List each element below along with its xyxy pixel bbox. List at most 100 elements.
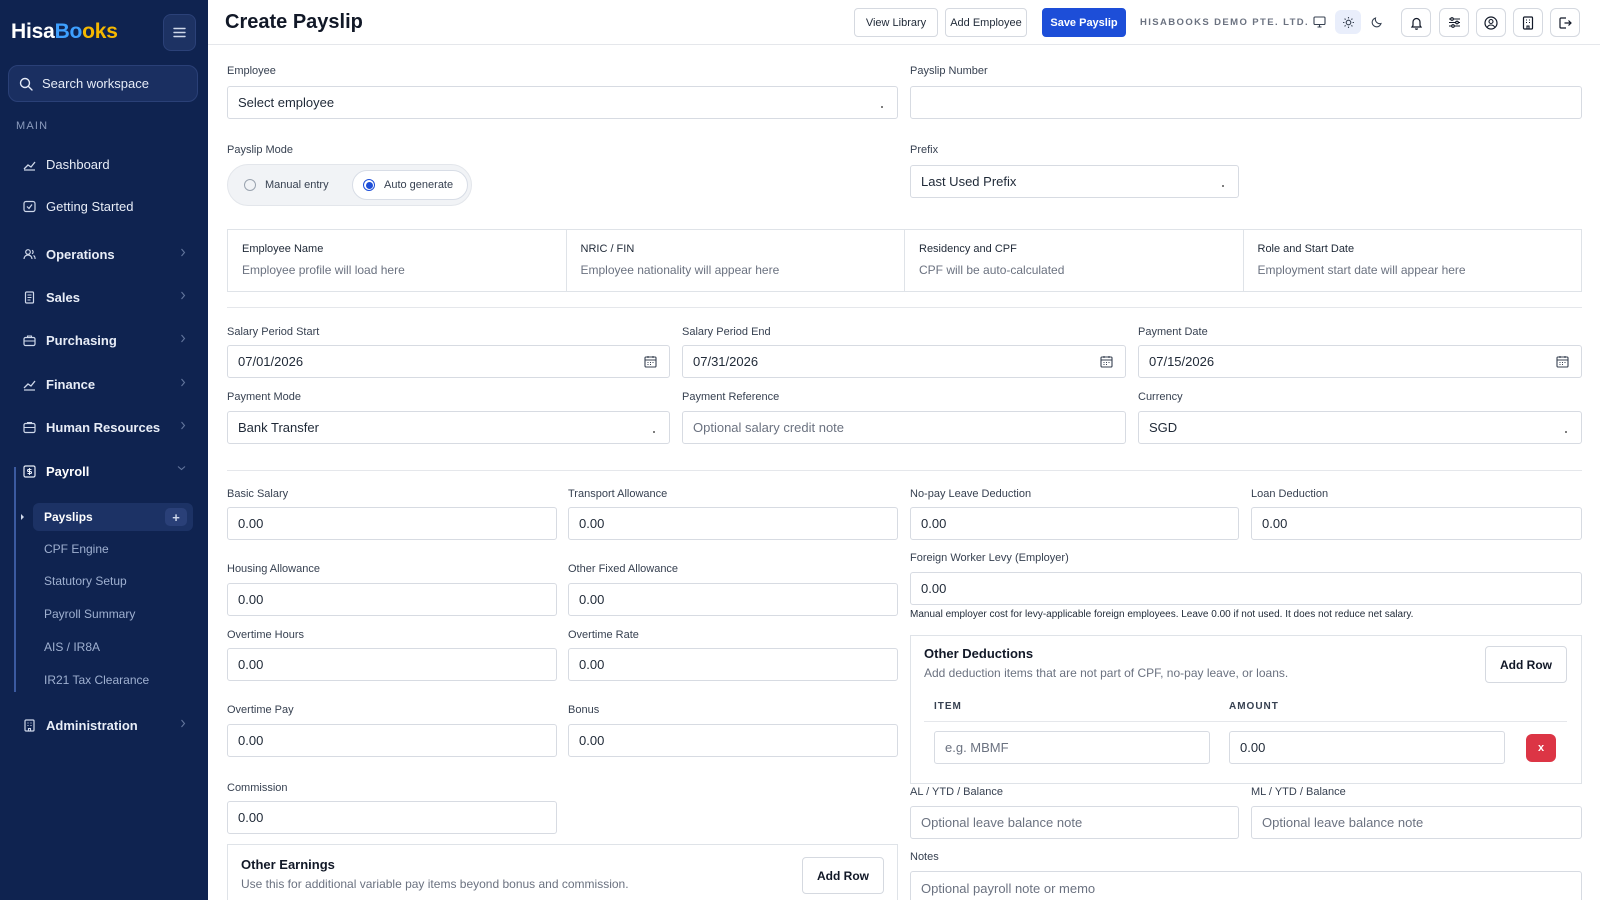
theme-dark-button[interactable] [1364,10,1390,34]
sidebar-item-payroll[interactable]: Payroll [12,454,196,488]
payment-mode-label: Payment Mode [227,391,301,403]
profile-button[interactable] [1476,8,1506,37]
ml-balance-input[interactable]: Optional leave balance note [1251,806,1582,839]
ml-balance-label: ML / YTD / Balance [1251,786,1346,798]
chevron-right-icon [181,378,186,387]
sidebar-item-dashboard[interactable]: Dashboard [12,147,196,181]
prefix-label: Prefix [910,144,939,156]
sidebar-subitem-ais-ir8a[interactable]: AIS / IR8A [33,633,193,661]
settings-sliders-button[interactable] [1439,8,1469,37]
column-header-item: ITEM [934,701,962,712]
divider [227,470,1582,471]
select-caret-icon [1565,431,1567,433]
mode-auto-radio[interactable]: Auto generate [352,170,468,200]
sun-icon [1342,16,1354,28]
topbar: Create Payslip View Library Add Employee… [208,0,1600,45]
period-start-input[interactable]: 07/01/2026 [227,345,670,378]
moon-icon [1371,17,1382,28]
theme-light-button[interactable] [1335,10,1361,34]
overtime-hours-input[interactable]: 0.00 [227,648,557,681]
page-title: Create Payslip [225,11,363,33]
calendar-icon [1556,356,1569,368]
period-start-label: Salary Period Start [227,326,320,338]
chevron-right-icon [181,334,186,343]
brand-logo[interactable]: HisaBooks [11,20,118,44]
payment-date-input[interactable]: 07/15/2026 [1138,345,1582,378]
sidebar-item-operations[interactable]: Operations [12,237,196,271]
payment-reference-label: Payment Reference [682,391,780,403]
overtime-pay-input[interactable]: 0.00 [227,724,557,757]
section-label-main: MAIN [16,120,49,132]
deduction-amount-input[interactable]: 0.00 [1229,731,1505,764]
period-end-input[interactable]: 07/31/2026 [682,345,1126,378]
info-employee-name: Employee Name Employee profile will load… [228,230,567,291]
divider [227,307,1582,308]
other-earnings-add-row-button[interactable]: Add Row [802,857,884,894]
prefix-select[interactable]: Last Used Prefix [910,165,1239,198]
sidebar-subitem-cpf-engine[interactable]: CPF Engine [33,535,193,563]
other-deductions-add-row-button[interactable]: Add Row [1485,646,1567,683]
commission-input[interactable]: 0.00 [227,801,557,834]
employee-label: Employee [227,65,276,77]
transport-allowance-label: Transport Allowance [568,488,668,500]
notifications-button[interactable] [1401,8,1431,37]
payroll-icon [22,464,36,478]
remove-row-button[interactable]: x [1526,734,1556,762]
mode-manual-radio[interactable]: Manual entry [234,170,349,200]
sidebar-subitem-statutory-setup[interactable]: Statutory Setup [33,567,193,595]
calendar-icon [1100,356,1113,368]
payment-reference-input[interactable]: Optional salary credit note [682,411,1126,444]
select-caret-icon [1222,185,1224,187]
payslip-number-input[interactable] [910,86,1582,119]
sidebar-item-finance[interactable]: Finance [12,367,196,401]
logout-button[interactable] [1550,8,1580,37]
select-caret-icon [881,106,883,108]
view-library-button[interactable]: View Library [854,8,938,37]
sidebar-toggle-button[interactable] [163,14,196,51]
chevron-down-icon [177,466,186,471]
save-payslip-button[interactable]: Save Payslip [1042,8,1126,37]
fwl-input[interactable]: 0.00 [910,572,1582,605]
table-divider [924,721,1567,722]
sidebar-item-getting-started[interactable]: Getting Started [12,189,196,223]
add-employee-button[interactable]: Add Employee [945,8,1027,37]
bell-icon [1410,17,1422,30]
sliders-icon [1448,17,1460,28]
sidebar-item-human-resources[interactable]: Human Resources [12,410,196,444]
loan-deduction-label: Loan Deduction [1251,488,1329,500]
payment-date-label: Payment Date [1138,326,1208,338]
bonus-input[interactable]: 0.00 [568,724,898,757]
sidebar-item-sales[interactable]: Sales [12,280,196,314]
other-fixed-allowance-input[interactable]: 0.00 [568,583,898,616]
search-label: Search workspace [42,76,149,91]
deduction-item-input[interactable]: e.g. MBMF [934,731,1210,764]
sidebar-item-purchasing[interactable]: Purchasing [12,323,196,357]
basic-salary-input[interactable]: 0.00 [227,507,557,540]
al-balance-input[interactable]: Optional leave balance note [910,806,1239,839]
currency-label: Currency [1138,391,1183,403]
chart-line-icon [22,157,36,171]
transport-allowance-input[interactable]: 0.00 [568,507,898,540]
organization-button[interactable] [1513,8,1543,37]
notes-textarea[interactable]: Optional payroll note or memo [910,871,1582,900]
overtime-rate-input[interactable]: 0.00 [568,648,898,681]
column-header-amount: AMOUNT [1229,701,1279,712]
sidebar-subitem-payslips[interactable]: Payslips + [33,503,193,531]
sidebar-subitem-payroll-summary[interactable]: Payroll Summary [33,600,193,628]
sidebar-item-administration[interactable]: Administration [12,708,196,742]
add-payslip-button[interactable]: + [165,508,187,526]
housing-allowance-input[interactable]: 0.00 [227,583,557,616]
currency-select[interactable]: SGD [1138,411,1582,444]
bonus-label: Bonus [568,704,600,716]
sidebar-subitem-ir21[interactable]: IR21 Tax Clearance [33,666,193,694]
chevron-right-icon [181,719,186,728]
nopay-deduction-input[interactable]: 0.00 [910,507,1239,540]
loan-deduction-input[interactable]: 0.00 [1251,507,1582,540]
theme-system-button[interactable] [1306,10,1332,34]
payslip-mode-toggle: Manual entry Auto generate [227,164,472,206]
employee-select[interactable]: Select employee [227,86,898,119]
info-role-start-date: Role and Start Date Employment start dat… [1257,243,1466,277]
search-workspace-input[interactable]: Search workspace [8,65,198,102]
payment-mode-select[interactable]: Bank Transfer [227,411,670,444]
overtime-rate-label: Overtime Rate [568,629,639,641]
